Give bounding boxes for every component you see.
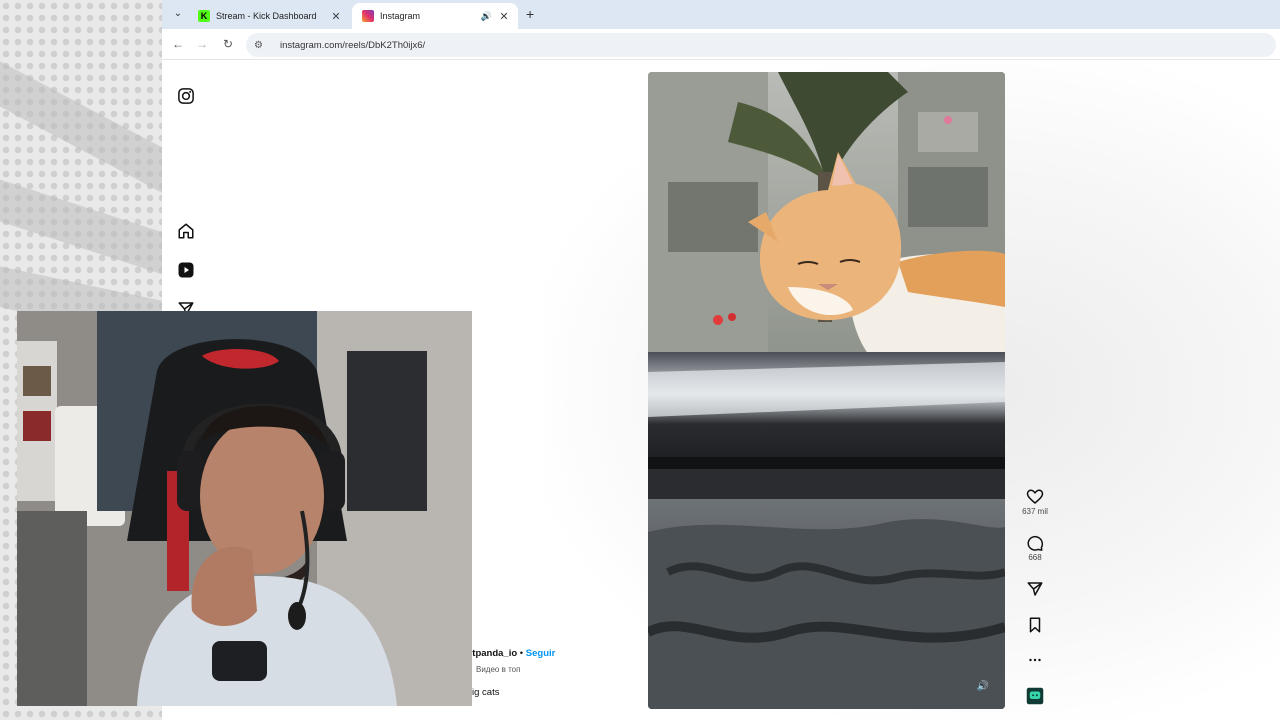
new-tab-button[interactable]: + xyxy=(526,6,534,22)
reels-icon[interactable] xyxy=(177,261,197,281)
url-text: instagram.com/reels/DbK2Th0ijx6/ xyxy=(280,39,426,51)
reel-video[interactable]: 🔊 xyxy=(648,72,1005,709)
close-icon[interactable]: ✕ xyxy=(330,10,342,23)
tab-title: Instagram xyxy=(380,11,421,21)
follow-button[interactable]: Seguir xyxy=(526,648,556,659)
reel-caption: ig cats xyxy=(472,687,500,698)
site-info-icon[interactable]: ⚙ xyxy=(254,40,268,51)
like-count: 637 mil xyxy=(1022,507,1048,516)
more-icon xyxy=(1029,658,1041,662)
tab-instagram[interactable]: Instagram 🔊 ✕ xyxy=(352,3,518,29)
more-options-button[interactable] xyxy=(1020,651,1050,669)
separator: • xyxy=(519,648,524,659)
volume-icon[interactable]: 🔊 xyxy=(975,679,991,695)
close-icon[interactable]: ✕ xyxy=(498,10,510,23)
comment-icon xyxy=(1027,535,1044,551)
reel-author: etpanda_io • Seguir xyxy=(467,648,555,659)
reel-subtitle: Видео в топ xyxy=(476,665,521,674)
tab-title: Stream - Kick Dashboard xyxy=(216,11,317,21)
comment-button[interactable]: 668 xyxy=(1020,534,1050,562)
audio-avatar-icon xyxy=(1026,687,1044,705)
tab-search-chevron-icon[interactable]: ⌄ xyxy=(170,6,186,22)
share-button[interactable] xyxy=(1020,580,1050,598)
share-icon xyxy=(1027,582,1043,596)
home-icon[interactable] xyxy=(177,222,197,242)
browser-tab-strip: ⌄ K Stream - Kick Dashboard ✕ Instagram … xyxy=(162,0,1280,29)
tab-kick-dashboard[interactable]: K Stream - Kick Dashboard ✕ xyxy=(188,3,350,29)
instagram-logo-icon[interactable] xyxy=(177,87,197,107)
browser-toolbar: ← → ↻ ⚙ instagram.com/reels/DbK2Th0ijx6/ xyxy=(162,29,1280,60)
forward-button[interactable]: → xyxy=(194,36,210,52)
reload-button[interactable]: ↻ xyxy=(220,36,236,52)
author-username[interactable]: etpanda_io xyxy=(467,648,517,659)
audio-thumbnail[interactable] xyxy=(1020,687,1050,705)
webcam-overlay xyxy=(17,311,472,706)
reel-frame-image xyxy=(648,72,1005,709)
bookmark-icon xyxy=(1029,617,1041,633)
speaker-icon[interactable]: 🔊 xyxy=(481,11,492,22)
kick-logo-icon: K xyxy=(198,10,210,22)
webcam-feed-image xyxy=(17,311,472,706)
back-button[interactable]: ← xyxy=(170,36,186,52)
heart-icon xyxy=(1026,489,1044,504)
comment-count: 668 xyxy=(1028,553,1042,562)
instagram-logo-icon xyxy=(362,10,374,22)
save-button[interactable] xyxy=(1020,616,1050,634)
address-bar[interactable]: ⚙ instagram.com/reels/DbK2Th0ijx6/ xyxy=(246,33,1276,57)
like-button[interactable]: 637 mil xyxy=(1020,488,1050,516)
